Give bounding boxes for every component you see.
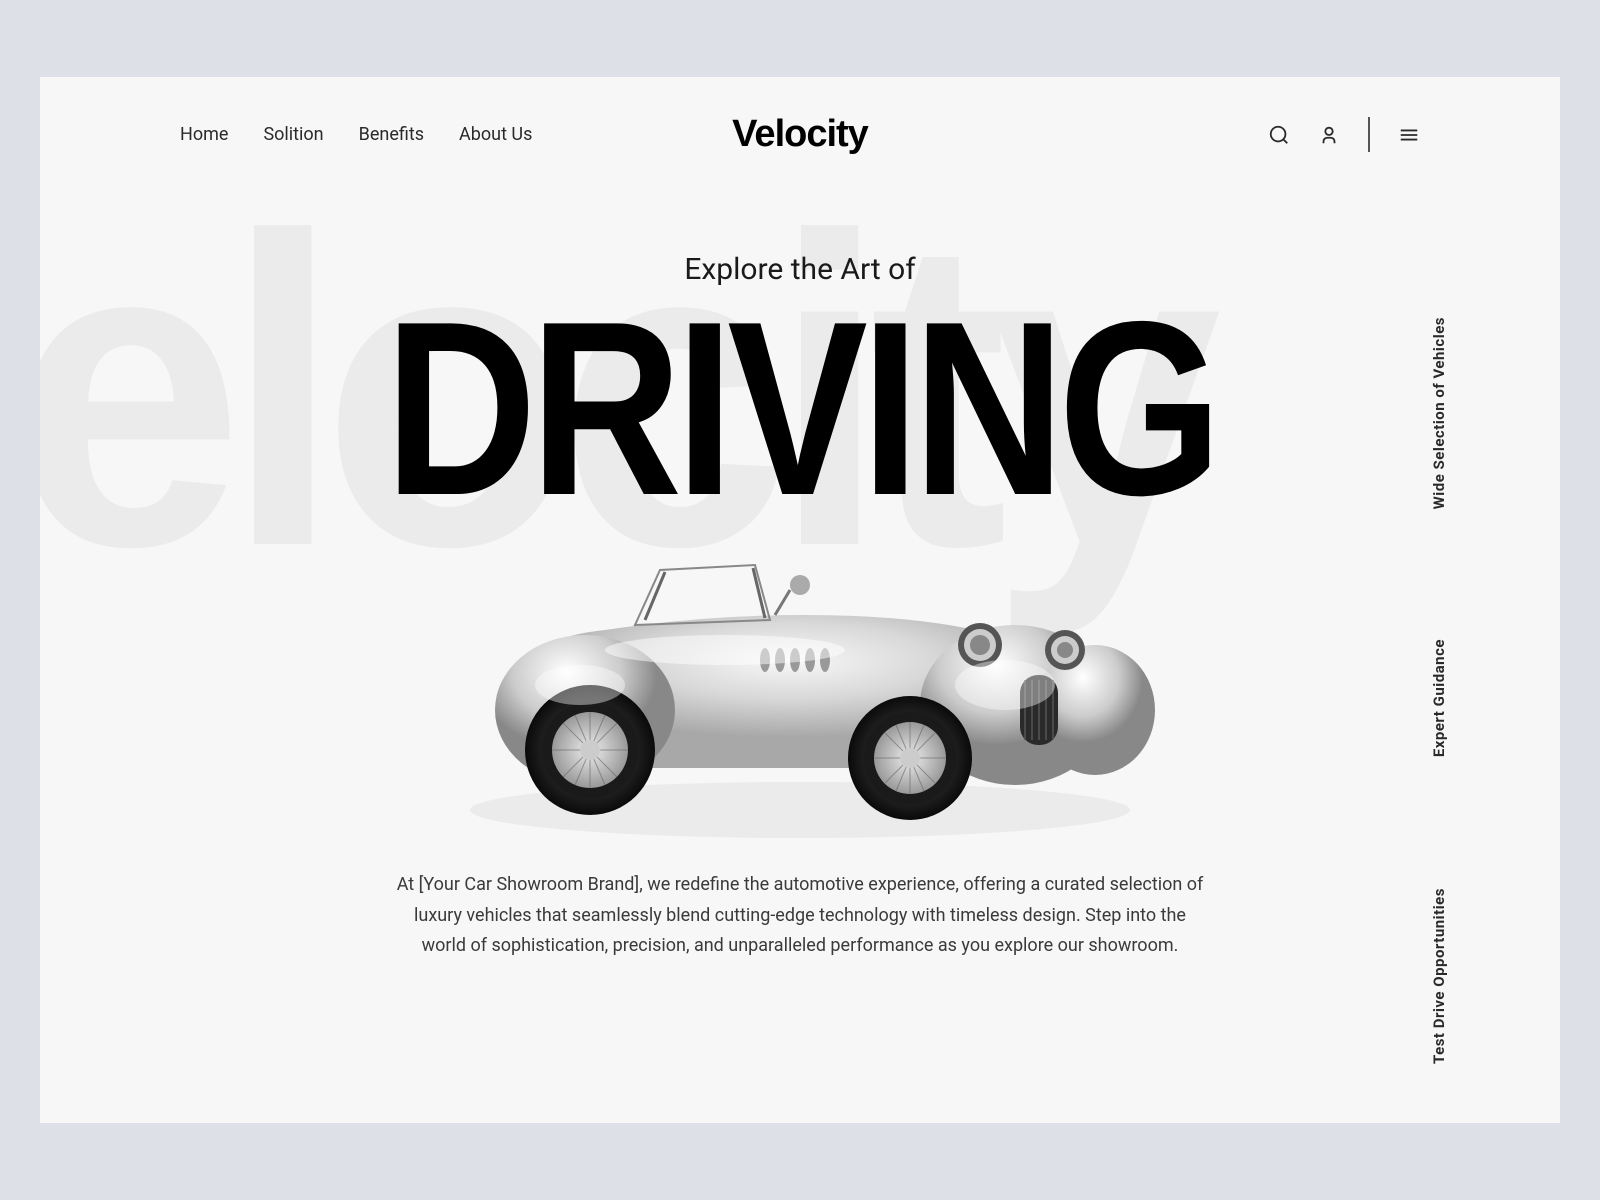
features-sidebar: Wide Selection of Vehicles Expert Guidan… [1428,317,1451,1123]
header-actions [1268,117,1420,152]
header-divider [1368,117,1370,152]
header: Home Solition Benefits About Us Velocity [40,77,1560,152]
nav-home[interactable]: Home [180,124,228,145]
nav-benefits[interactable]: Benefits [359,124,424,145]
account-button[interactable] [1318,124,1340,146]
hero-car-image [425,510,1175,850]
menu-button[interactable] [1398,124,1420,146]
search-button[interactable] [1268,124,1290,146]
menu-icon [1398,124,1420,146]
nav-about[interactable]: About Us [459,124,532,145]
nav-solition[interactable]: Solition [263,124,323,145]
hero-title: DRIVING [154,297,1446,520]
hero-section: Explore the Art of DRIVING [40,252,1560,520]
search-icon [1268,124,1290,146]
feature-test-drive[interactable]: Test Drive Opportunities [1428,888,1451,1064]
main-nav: Home Solition Benefits About Us [180,124,532,145]
feature-expert-guidance[interactable]: Expert Guidance [1428,639,1451,757]
user-icon [1318,124,1340,146]
page-container: elocity Home Solition Benefits About Us … [40,77,1560,1123]
hero-description: At [Your Car Showroom Brand], we redefin… [390,870,1210,962]
feature-wide-selection[interactable]: Wide Selection of Vehicles [1428,317,1451,509]
brand-logo[interactable]: Velocity [732,113,868,156]
car-illustration-icon [425,510,1175,850]
